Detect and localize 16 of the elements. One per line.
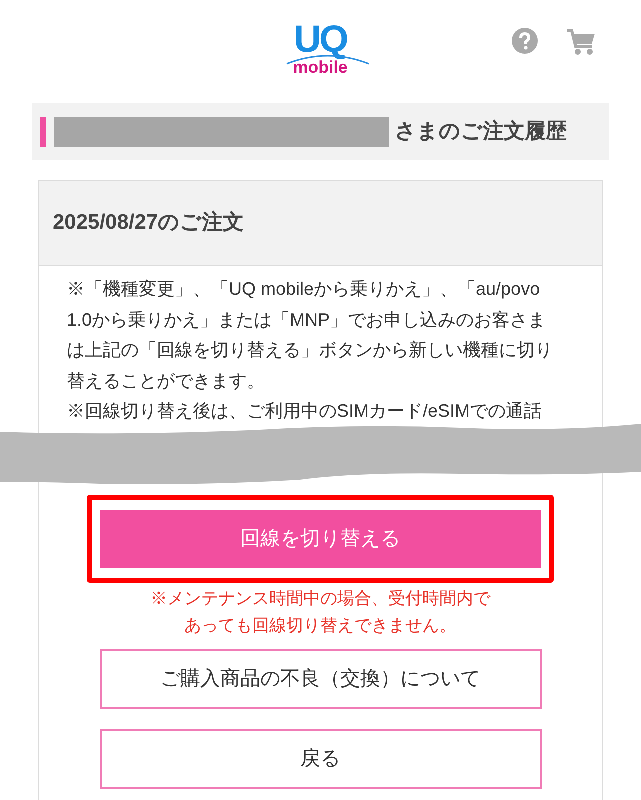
logo-text: UQ [294, 22, 347, 58]
note-line: は上記の「回線を切り替える」ボタンから新しい機種に切り [67, 339, 554, 362]
note-line: 1.0から乗りかえ」または「MNP」でお申し込みのお客さま [67, 308, 548, 332]
accent-bar [40, 116, 46, 146]
help-icon[interactable] [512, 28, 538, 54]
note-line: ※「機種変更」、「UQ mobileから乗りかえ」、「au/povo [67, 278, 542, 301]
cart-icon[interactable] [566, 28, 596, 56]
order-date-heading: 2025/08/27のご注文 [53, 210, 244, 236]
note-line: 替えることができます。 [67, 370, 266, 392]
logo-subtext: mobile [293, 58, 348, 78]
warning-line: あっても回線切り替えできません。 [184, 614, 456, 636]
warning-line: ※メンテナンス時間中の場合、受付時間内で [150, 588, 490, 610]
outline-button[interactable]: ご購入商品の不良（交換）について [100, 648, 542, 708]
outline-button[interactable]: 戻る [100, 728, 542, 788]
page-title: さまのご注文履歴 [395, 118, 567, 145]
note-line: ※回線切り替え後は、ご利用中のSIMカード/eSIMでの通話 [67, 400, 544, 423]
